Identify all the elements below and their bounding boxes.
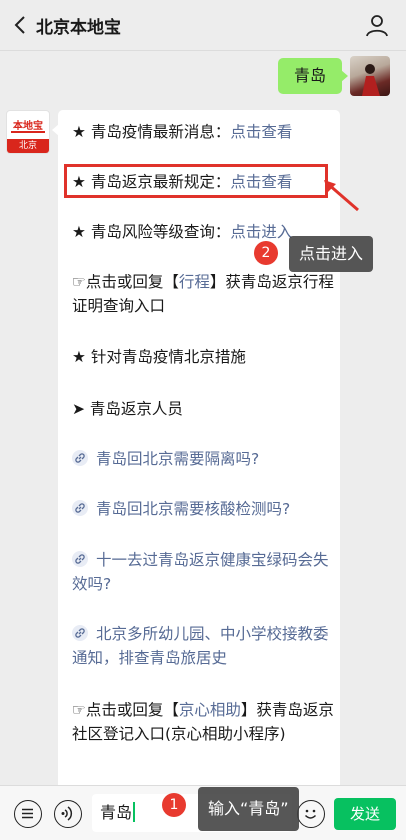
menu-icon[interactable] <box>14 800 42 828</box>
user-message-bubble[interactable]: 青岛 <box>278 58 348 94</box>
article-link[interactable]: 青岛回北京需要隔离吗? <box>72 447 334 471</box>
article-link[interactable]: 北京多所幼儿园、中小学校接教委通知，排查青岛旅居史 <box>72 622 334 670</box>
highlight-box <box>64 164 328 198</box>
send-button[interactable]: 发送 <box>334 798 396 830</box>
list-item: ★ 青岛疫情最新消息：点击查看 <box>72 123 293 141</box>
user-avatar[interactable] <box>350 56 390 96</box>
article-link[interactable]: 十一去过青岛返京健康宝绿码会失效吗? <box>72 548 334 596</box>
article-link[interactable]: 青岛回北京需要核酸检测吗? <box>72 497 334 521</box>
step-badge: 1 <box>162 793 186 817</box>
logo-divider <box>11 131 45 133</box>
list-item: ★ 针对青岛疫情北京措施 <box>72 348 246 366</box>
link-icon <box>72 500 88 516</box>
link-icon <box>72 551 88 567</box>
tooltip: 输入“青岛” <box>198 787 299 831</box>
logo-city-label: 北京 <box>7 139 49 153</box>
step-badge: 2 <box>254 241 278 265</box>
bot-message-bubble: ★ 青岛疫情最新消息：点击查看 ★ 青岛返京最新规定：点击查看 ★ 青岛风险等级… <box>52 110 340 802</box>
list-item: ☞点击或回复【行程】获青岛返京行程证明查询入口 <box>72 273 334 315</box>
bot-avatar[interactable]: 本地宝 北京 <box>6 110 50 154</box>
link-icon <box>72 625 88 641</box>
emoji-icon[interactable] <box>297 800 325 828</box>
keyword-link[interactable]: 京心相助 <box>179 701 241 719</box>
list-item: ☞点击或回复【京心相助】获青岛返京社区登记入口(京心相助小程序) <box>72 701 334 743</box>
logo-text: 本地宝 <box>13 121 43 132</box>
chat-title: 北京本地宝 <box>36 18 121 38</box>
list-item: ➤ 青岛返京人员 <box>72 400 183 418</box>
text-cursor <box>133 802 136 822</box>
view-link[interactable]: 点击查看 <box>230 123 292 141</box>
profile-icon[interactable] <box>364 12 390 38</box>
back-arrow-icon[interactable] <box>8 12 34 38</box>
chat-header: 北京本地宝 <box>0 0 406 51</box>
tooltip: 点击进入 <box>289 236 374 272</box>
enter-link[interactable]: 点击进入 <box>230 223 292 241</box>
voice-icon[interactable] <box>54 800 82 828</box>
keyword-link[interactable]: 行程 <box>179 273 210 291</box>
link-icon <box>72 450 88 466</box>
arrow-icon <box>324 180 359 212</box>
